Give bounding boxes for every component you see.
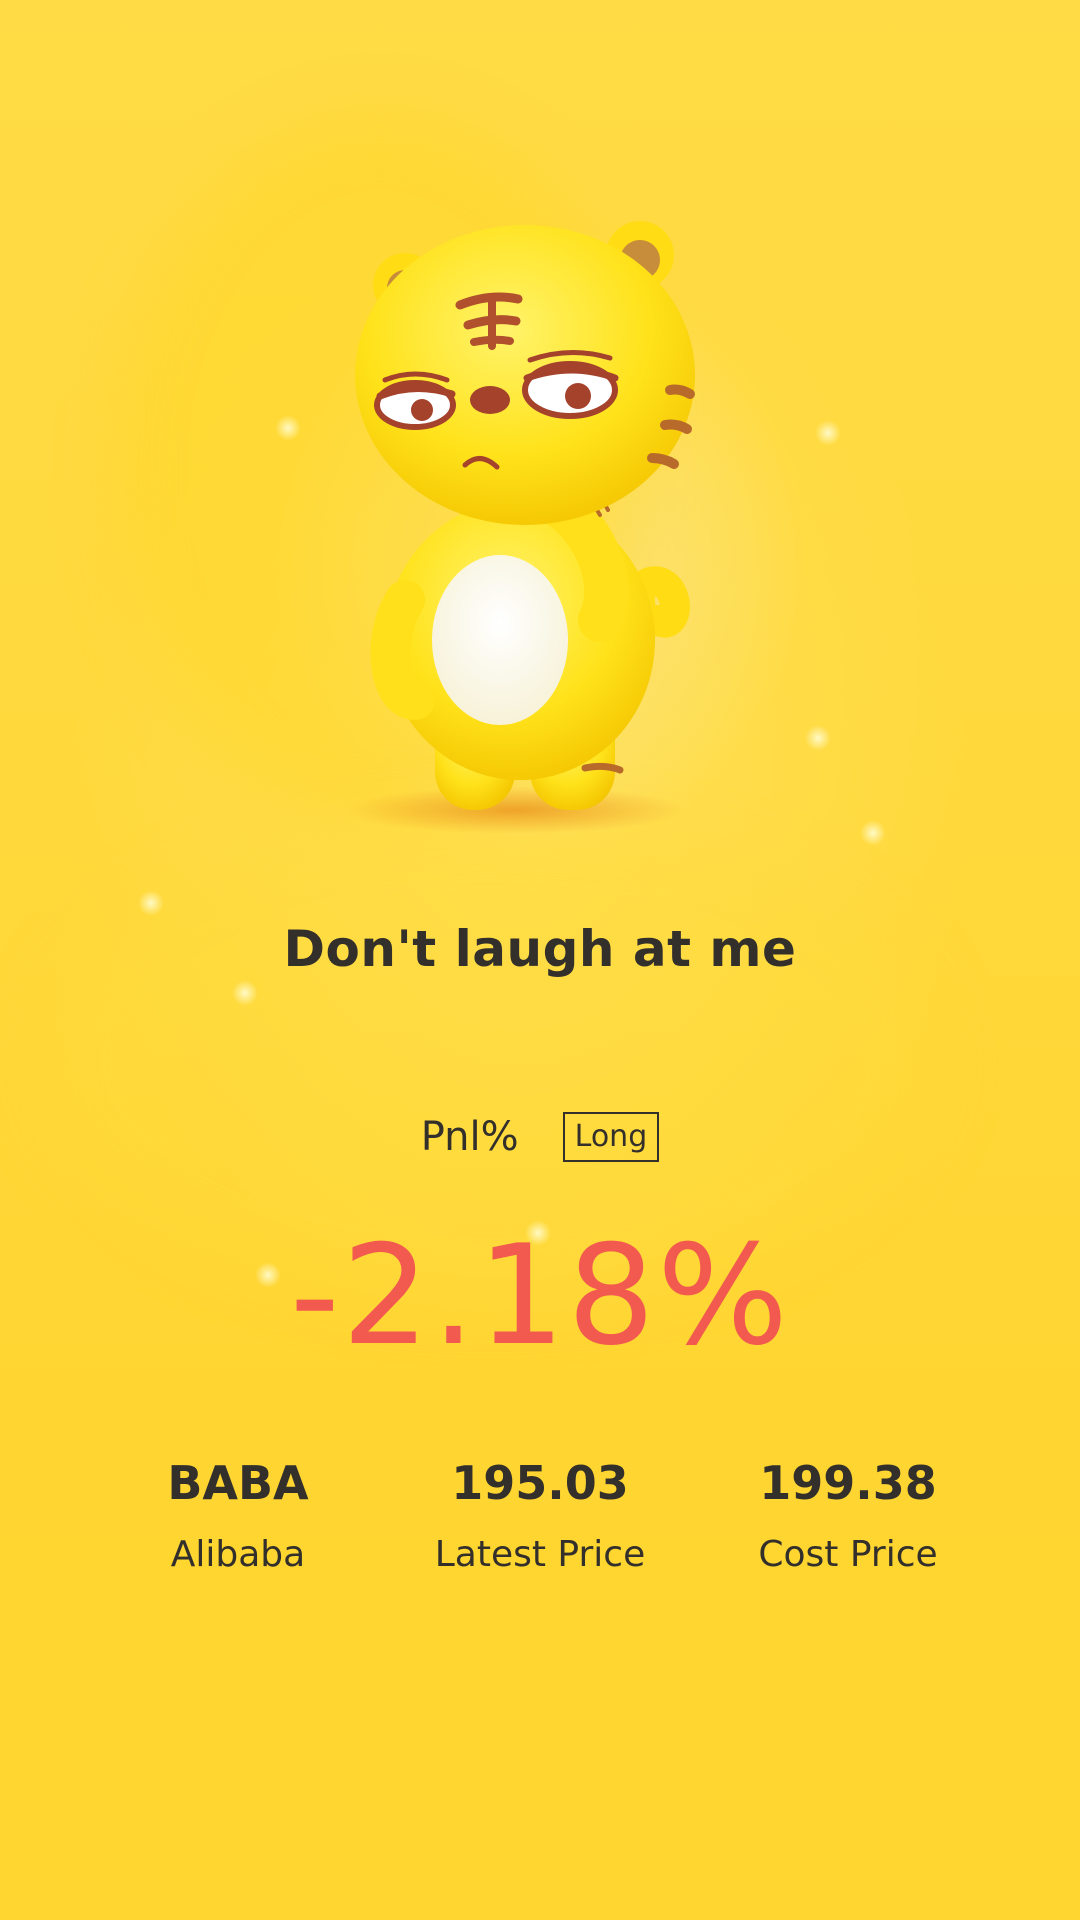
page-title: Don't laugh at me — [283, 920, 797, 978]
sparkle — [815, 420, 841, 446]
pnl-value: -2.18% — [289, 1215, 791, 1376]
cost-price-value: 199.38 — [759, 1456, 937, 1510]
sparkle — [860, 820, 886, 846]
tiger-mascot-icon — [345, 221, 695, 834]
latest-price-value: 195.03 — [451, 1456, 629, 1510]
stat-latest-price: 195.03 Latest Price — [380, 1455, 700, 1577]
stock-symbol: BABA — [167, 1456, 309, 1510]
pnl-label: Pnl% — [420, 1114, 519, 1160]
sparkle — [232, 980, 258, 1006]
pnl-header: Pnl% Long — [0, 1112, 1080, 1162]
latest-price-label: Latest Price — [434, 1534, 646, 1575]
position-badge: Long — [562, 1112, 660, 1162]
stock-name: Alibaba — [170, 1534, 306, 1575]
sparkle — [275, 415, 301, 441]
stat-cost-price: 199.38 Cost Price — [688, 1455, 1008, 1577]
sparkle — [138, 890, 164, 916]
stat-symbol: BABA Alibaba — [78, 1455, 398, 1577]
stats-row: BABA Alibaba 195.03 Latest Price 199.38 … — [0, 1455, 1080, 1595]
sparkle — [805, 725, 831, 751]
cost-price-label: Cost Price — [758, 1534, 938, 1575]
